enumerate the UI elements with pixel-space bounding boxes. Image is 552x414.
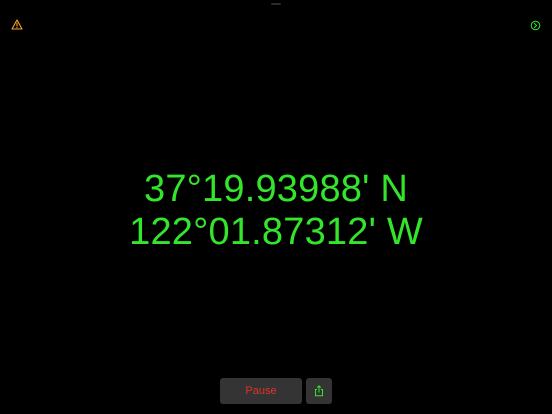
latitude-value: 37°19.93988' N <box>143 168 408 210</box>
share-button[interactable] <box>306 378 332 404</box>
settings-icon <box>530 20 540 30</box>
bottom-controls: Pause <box>220 378 332 404</box>
warning-button[interactable] <box>10 17 24 31</box>
settings-button[interactable] <box>528 18 542 32</box>
warning-triangle-icon <box>11 18 23 30</box>
coordinates-display: 37°19.93988' N 122°01.87312' W <box>0 168 552 254</box>
gps-screen: 37°19.93988' N 122°01.87312' W Pause <box>0 0 552 414</box>
pause-button-label: Pause <box>245 385 277 397</box>
longitude-value: 122°01.87312' W <box>129 211 423 253</box>
share-icon <box>315 385 323 397</box>
top-handle <box>271 3 281 5</box>
pause-button[interactable]: Pause <box>220 378 302 404</box>
